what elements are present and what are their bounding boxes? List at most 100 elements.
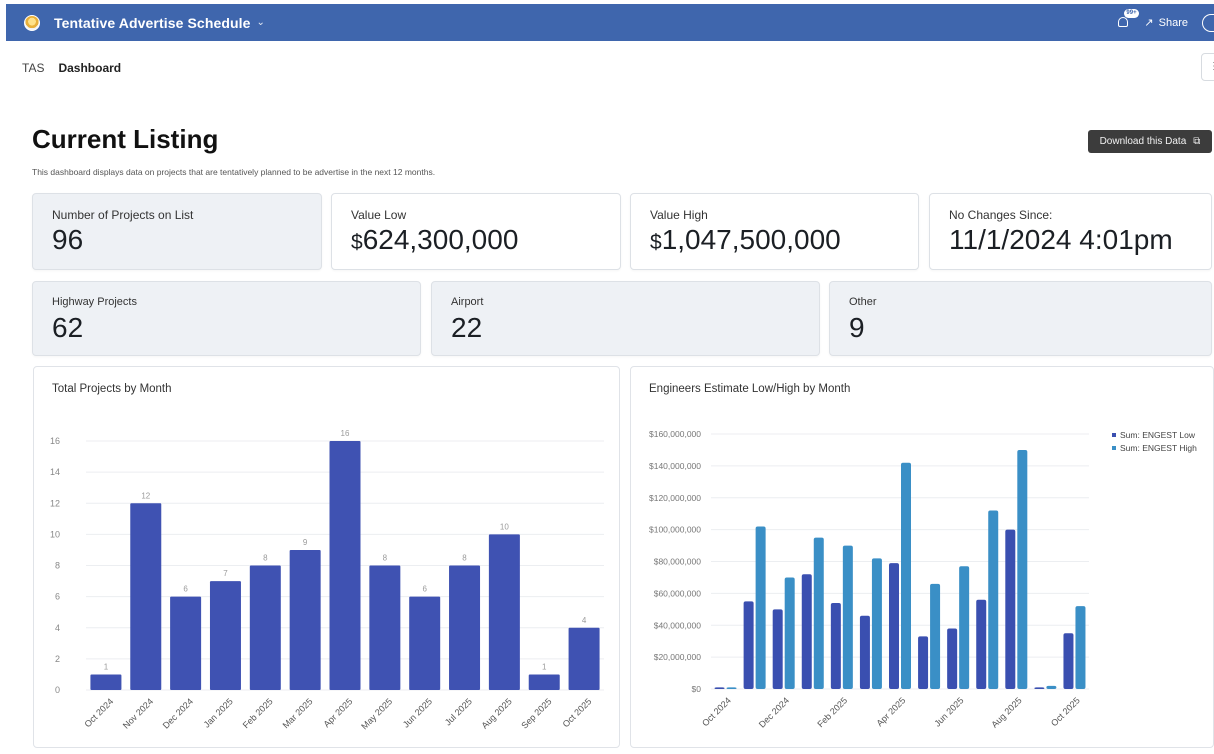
card-label: Value Low [351,208,407,222]
app-logo-icon[interactable] [24,14,40,31]
download-label: Download this Data [1099,136,1187,147]
x-tick-label: Dec 2024 [757,695,791,729]
data-label: 7 [223,569,228,578]
data-label: 12 [141,491,150,500]
total-projects-chart-panel: Total Projects by Month 0 2 4 6 8 10 12 14 16 1 Oc… [33,366,620,748]
external-link-icon: ⧉ [1193,136,1201,147]
data-label: 6 [422,585,427,594]
x-tick-label: Oct 2024 [82,696,115,729]
value-amount: 624,300,000 [362,224,519,255]
data-label: 8 [263,554,268,563]
data-label: 8 [462,554,467,563]
bar-high [1075,606,1086,689]
bar [568,627,600,690]
bar-low [947,628,958,689]
card-airport: Airport 22 [431,281,820,356]
app-title[interactable]: Tentative Advertise Schedule [54,15,251,31]
page-title: Current Listing [32,124,219,154]
y-tick-label: $20,000,000 [654,652,702,662]
bar-high [930,583,941,689]
x-tick-label: Apr 2025 [875,695,908,728]
x-tick-label: Jun 2025 [932,695,965,728]
breadcrumb: TAS Dashboard [22,61,121,75]
x-tick-label: Sep 2025 [519,696,553,730]
card-value: 96 [52,224,84,255]
bar [170,596,202,690]
share-label: Share [1158,16,1188,29]
app-header: Tentative Advertise Schedule ⌄ 99+ ↗ Sha… [6,4,1214,41]
data-label: 1 [542,662,547,671]
x-tick-label: Nov 2024 [121,696,155,730]
card-value: 22 [451,312,483,343]
engineers-estimate-chart: $0 $20,000,000 $40,000,000 $60,000,000 $80,0… [649,429,1197,730]
bar-high [813,537,824,689]
card-value: $624,300,000 [351,224,518,256]
bar-high [901,462,911,689]
breadcrumb-current: Dashboard [58,61,122,75]
y-tick-label: 0 [55,685,60,695]
y-tick-label: 10 [50,529,60,539]
bar [329,441,361,690]
bar-low [830,602,841,689]
share-button[interactable]: ↗ Share [1144,16,1188,30]
currency-symbol: $ [650,231,662,254]
bar [249,565,281,690]
x-tick-label: May 2025 [359,696,394,731]
notifications-button[interactable]: 99+ [1116,8,1139,30]
y-tick-label: 2 [55,654,60,664]
y-tick-label: $140,000,000 [649,461,701,471]
card-value: 11/1/2024 4:01pm [949,224,1173,255]
download-data-button[interactable]: Download this Data ⧉ [1088,130,1212,153]
bar [289,549,321,690]
card-highway-projects: Highway Projects 62 [32,281,421,356]
y-tick-label: $120,000,000 [649,493,701,503]
bar-high [784,577,795,689]
data-label: 9 [303,538,308,547]
x-tick-label: Oct 2024 [700,695,733,728]
legend-label: Sum: ENGEST High [1120,443,1197,453]
bar [488,534,520,690]
card-label: No Changes Since: [949,208,1053,222]
bar-high [755,526,766,689]
y-tick-label: 6 [55,592,60,602]
bar-high [1017,449,1028,689]
data-label: 4 [582,616,587,625]
total-projects-chart: 02468101214161Oct 202412Nov 20246Dec 202… [50,429,604,731]
card-label: Number of Projects on List [52,208,194,222]
y-tick-label: $100,000,000 [649,525,701,535]
y-tick-label: $40,000,000 [654,620,702,630]
x-tick-label: Jul 2025 [443,696,474,727]
data-label: 6 [183,585,188,594]
chevron-down-icon[interactable]: ⌄ [257,17,265,28]
card-label: Highway Projects [52,296,137,308]
bar-low [743,601,754,689]
notification-badge: 99+ [1124,8,1139,18]
bar [90,674,122,690]
legend-label: Sum: ENGEST Low [1120,430,1196,440]
bar [369,565,401,690]
card-projects-count: Number of Projects on List 96 [32,193,322,270]
breadcrumb-root[interactable]: TAS [22,61,44,75]
help-icon[interactable] [1202,13,1214,32]
more-options-button[interactable]: ⋮ [1201,53,1214,81]
x-tick-label: Dec 2024 [161,696,195,730]
card-value-low: Value Low $624,300,000 [331,193,621,270]
data-label: 8 [383,554,388,563]
bar-low [772,609,783,689]
bar [409,596,441,690]
chart-title: Engineers Estimate Low/High by Month [649,383,851,395]
bar-high [959,566,970,689]
card-label: Other [849,296,877,308]
y-tick-label: 14 [50,467,60,477]
data-label: 16 [341,429,350,438]
card-value: 9 [849,312,865,343]
bar [528,674,560,690]
x-tick-label: Jan 2025 [202,696,235,729]
x-tick-label: Feb 2025 [241,696,275,730]
card-no-changes: No Changes Since: 11/1/2024 4:01pm [929,193,1212,270]
bar-low [801,574,812,689]
bar-low [714,687,725,689]
bar-high [871,558,882,689]
y-tick-label: 16 [50,436,60,446]
bar-low [1063,633,1074,689]
